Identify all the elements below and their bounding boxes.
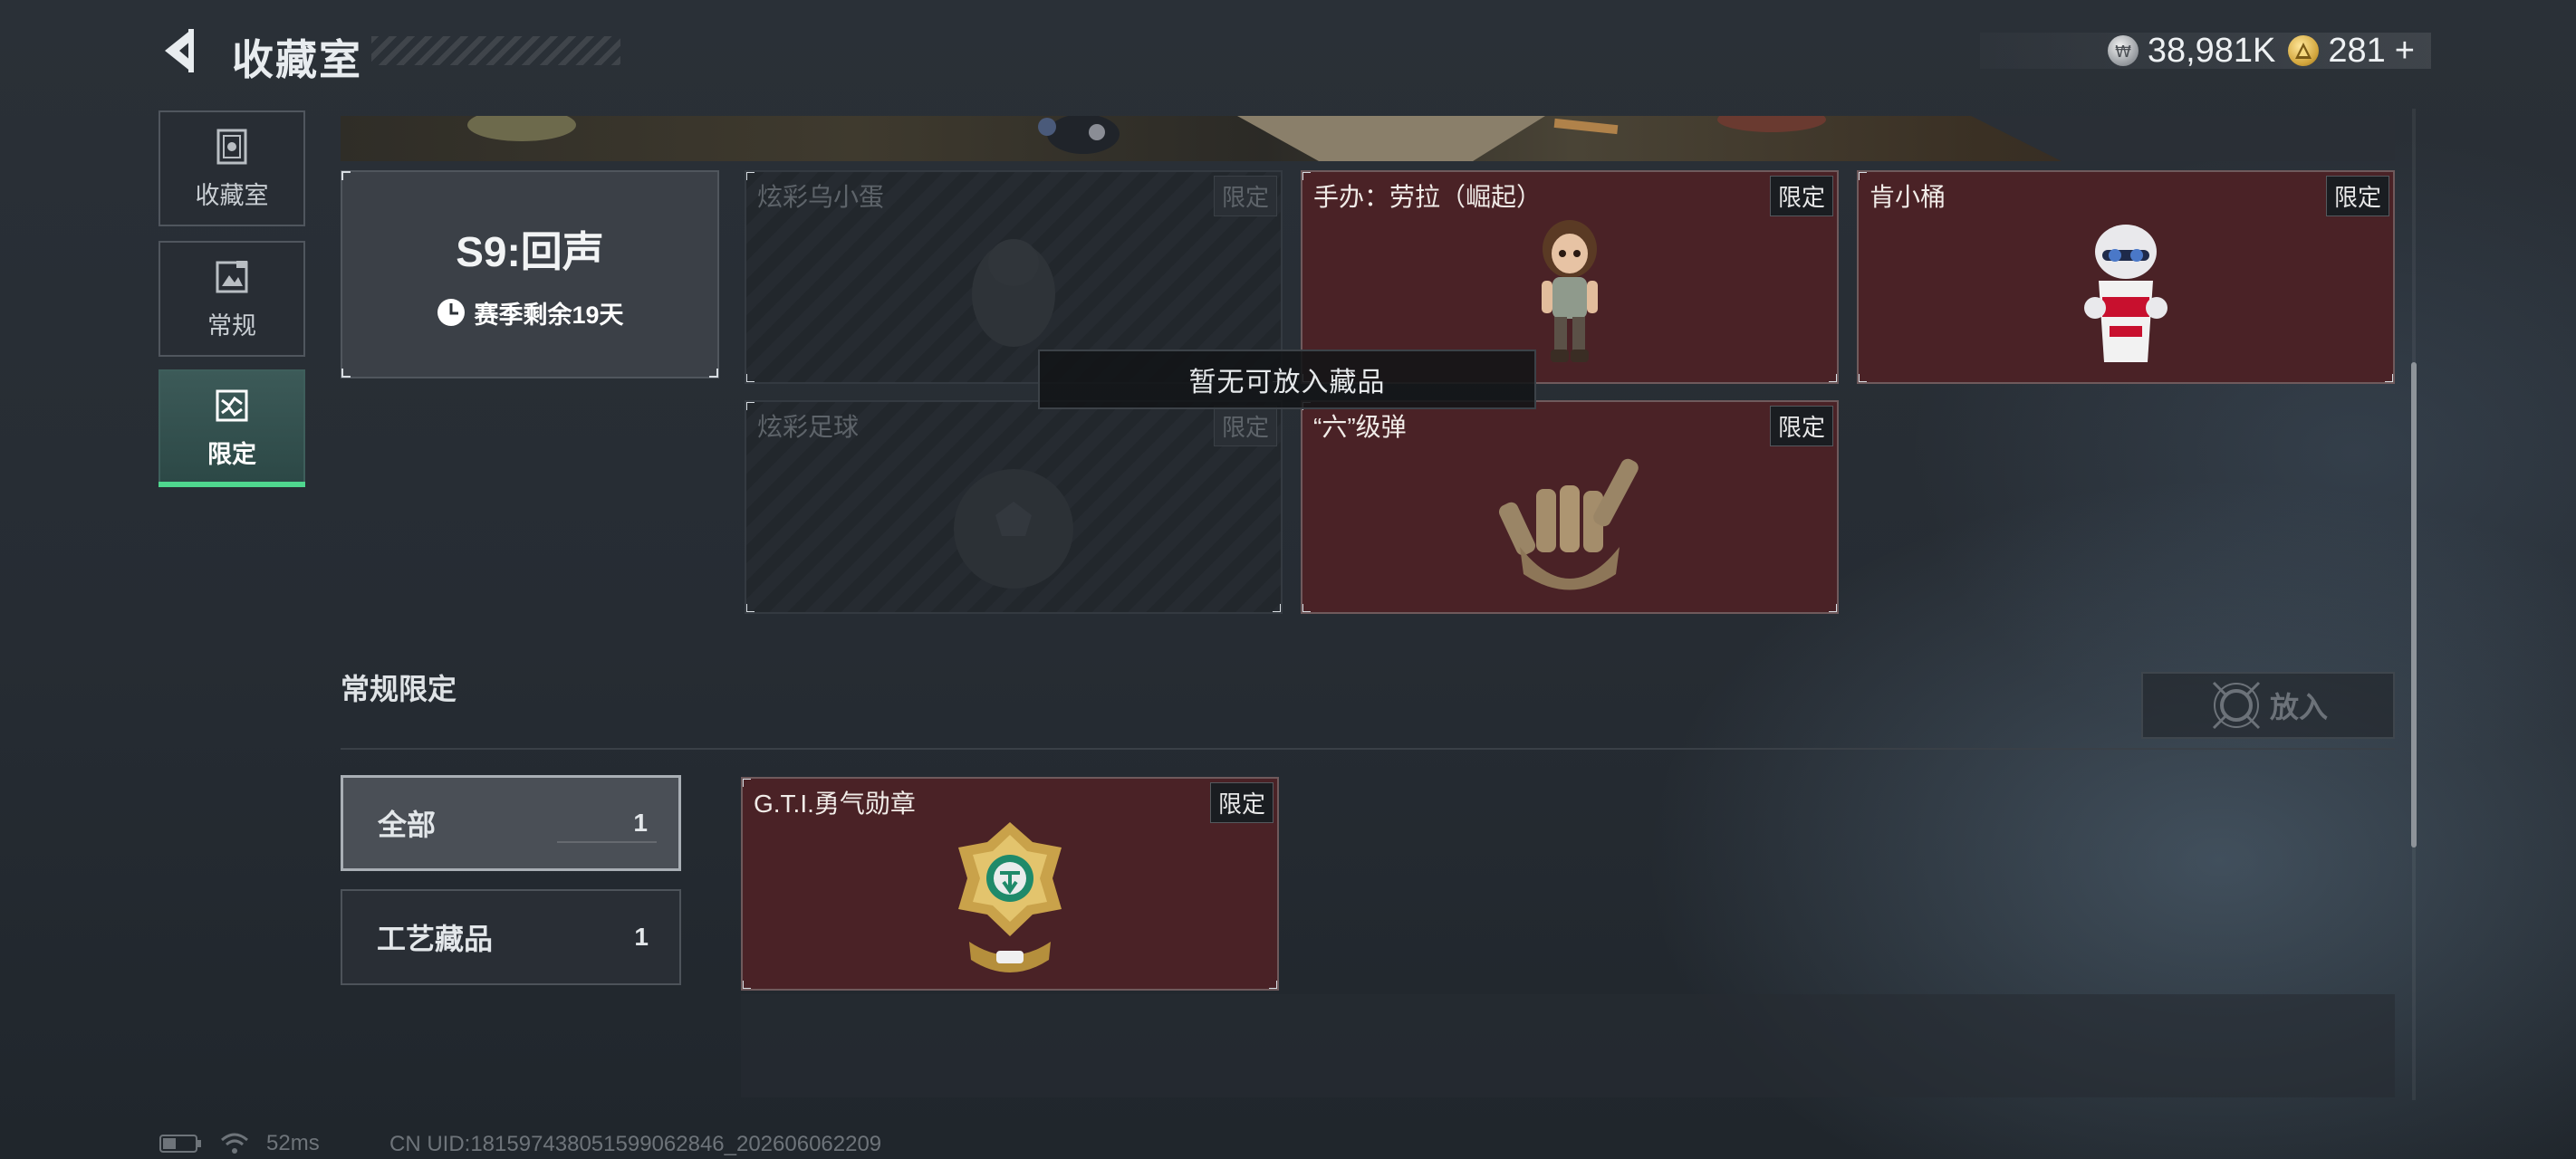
title-decoration (371, 36, 620, 65)
season-remaining-text: 赛季剩余19天 (474, 301, 624, 329)
regular-icon (216, 260, 248, 292)
top-bar: 收藏室 ₩ 38,981K 281 + (0, 0, 2576, 100)
gold-amount: 281 (2328, 31, 2386, 70)
season-remaining: 赛季剩余19天 (436, 295, 624, 330)
collection-room-icon (216, 129, 247, 164)
filter-craft-collectibles[interactable]: 工艺藏品 1 (341, 889, 681, 985)
silver-amount: 38,981K (2147, 31, 2276, 70)
add-currency-button[interactable]: + (2395, 32, 2415, 71)
item-card-colorful-football[interactable]: 炫彩足球 限定 (745, 400, 1283, 614)
limited-icon (216, 389, 248, 421)
battery-icon (159, 1135, 201, 1153)
collection-panel-bg (741, 994, 2395, 1097)
page-title: 收藏室 (232, 36, 362, 83)
limited-tag: 限定 (1769, 176, 1833, 216)
sidebar-item-regular[interactable]: 常规 (159, 241, 305, 357)
active-tab-indicator (159, 482, 305, 487)
item-name: 肯小桶 (1870, 183, 1946, 211)
sidebar-item-limited[interactable]: 限定 (159, 369, 305, 485)
uid-text: CN UID:1815974380515990628​46_2026060622… (389, 1132, 882, 1156)
filter-count: 1 (633, 809, 648, 837)
currency-bar: ₩ 38,981K 281 + (1980, 31, 2431, 71)
gold-currency[interactable]: 281 + (2288, 32, 2415, 71)
gold-coin-icon (2288, 35, 2320, 66)
ping-text: 52ms (266, 1131, 320, 1155)
item-card-kfc-bucket[interactable]: 肯小桶 限定 (1857, 170, 2395, 384)
item-name: 炫彩乌小蛋 (757, 183, 885, 211)
section-title: 常规限定 (341, 673, 457, 705)
scrollbar-thumb[interactable] (2411, 362, 2417, 848)
silver-coin-icon: ₩ (2107, 35, 2139, 66)
item-card-six-rank-bullet[interactable]: “六”级弹 限定 (1301, 400, 1839, 614)
egg-figure-icon (972, 239, 1055, 347)
section-divider (341, 748, 2395, 750)
season-banner-image (341, 116, 2395, 161)
toast-message: 暂无可放入藏品 (1038, 350, 1536, 409)
item-name: 炫彩足球 (757, 413, 860, 441)
back-button[interactable] (154, 24, 208, 78)
sidebar-item-label: 收藏室 (195, 181, 269, 209)
limited-tag: 限定 (1769, 406, 1833, 446)
limited-tag: 限定 (2325, 176, 2389, 216)
target-icon (2212, 681, 2261, 730)
clock-icon (437, 299, 466, 326)
kfc-bucket-figure-icon (2084, 225, 2167, 362)
filter-label: 工艺藏品 (377, 923, 494, 955)
sidebar-item-label: 常规 (207, 311, 256, 340)
item-name: “六”级弹 (1313, 413, 1407, 441)
svg-text:₩: ₩ (2115, 43, 2131, 62)
sidebar-item-label: 限定 (207, 440, 256, 468)
bullet-hand-icon (1498, 458, 1639, 590)
wifi-icon (221, 1133, 248, 1154)
season-info-card: S9:回声 赛季剩余19天 (341, 170, 719, 378)
limited-tag: 限定 (1209, 782, 1274, 823)
sidebar-item-collection-room[interactable]: 收藏室 (159, 110, 305, 226)
football-icon (954, 469, 1073, 589)
item-name: G.T.I.勇气勋章 (754, 790, 916, 818)
put-in-button[interactable]: 放入 (2141, 672, 2395, 739)
filter-count: 1 (634, 923, 649, 951)
put-in-label: 放入 (2269, 691, 2328, 723)
item-card-gti-medal[interactable]: G.T.I.勇气勋章 限定 (741, 777, 1279, 991)
season-title: S9:回声 (456, 227, 604, 275)
item-name: 手办：劳拉（崛起） (1313, 183, 1543, 211)
silver-currency: ₩ 38,981K (2107, 31, 2276, 71)
back-arrow-icon (165, 29, 194, 72)
status-bar: 52ms (159, 1130, 320, 1157)
limited-tag: 限定 (1213, 176, 1277, 216)
limited-tag: 限定 (1213, 406, 1277, 446)
filter-label: 全部 (378, 809, 437, 841)
medal-icon (958, 822, 1062, 972)
filter-all[interactable]: 全部 1 (341, 775, 681, 871)
